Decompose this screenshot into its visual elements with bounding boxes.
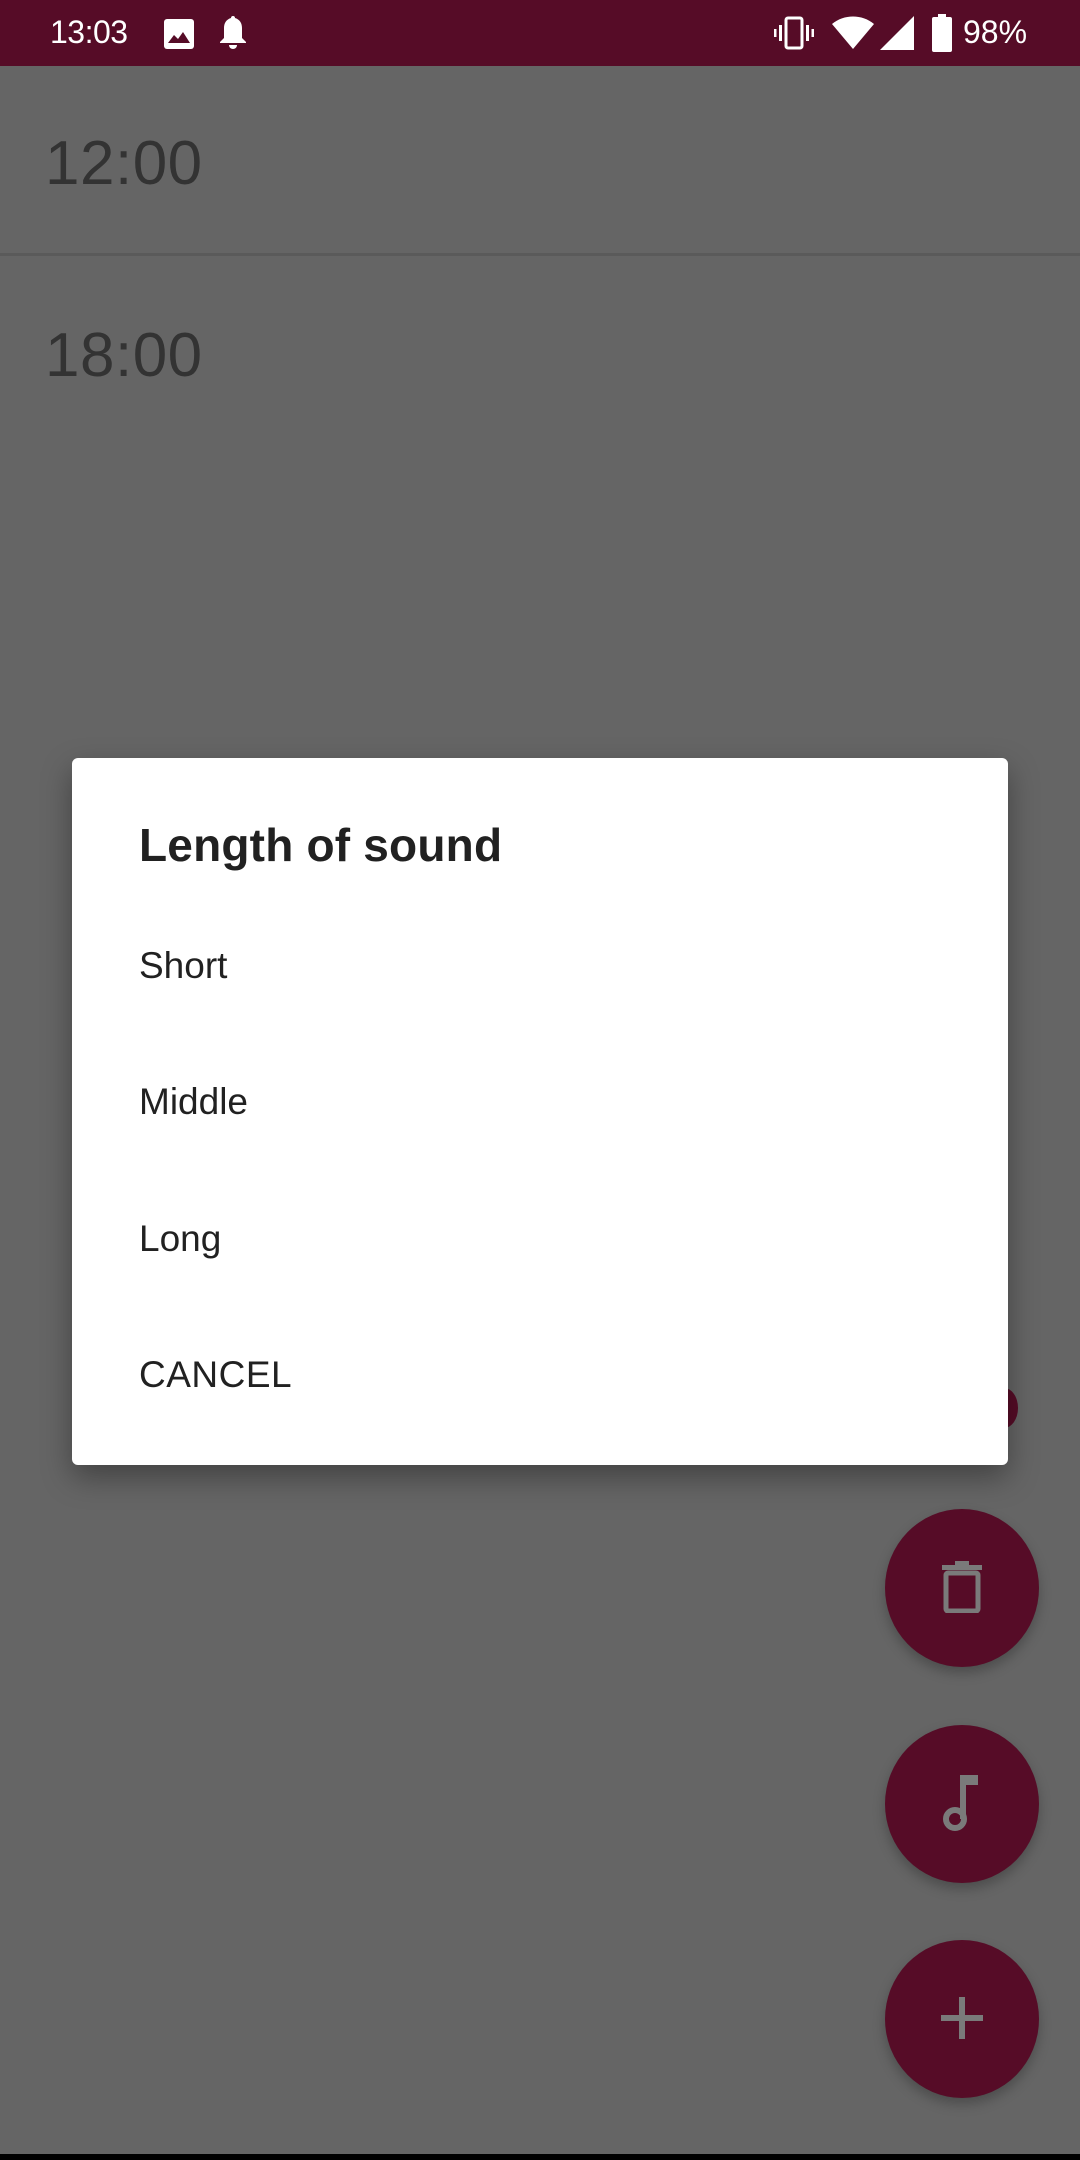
alarm-time: 18:00 bbox=[45, 321, 203, 390]
status-bar: 13:03 98% bbox=[0, 0, 1080, 66]
cell-signal-icon bbox=[880, 16, 914, 55]
delete-fab-button[interactable] bbox=[885, 1509, 1039, 1667]
notification-bell-icon bbox=[218, 14, 248, 57]
add-fab-button[interactable] bbox=[885, 1940, 1039, 2098]
battery-icon bbox=[932, 14, 952, 57]
sound-fab-button[interactable] bbox=[885, 1725, 1039, 1883]
wifi-icon bbox=[832, 16, 874, 55]
image-icon bbox=[163, 18, 195, 55]
plus-icon bbox=[941, 1996, 983, 2042]
trash-icon bbox=[942, 1560, 982, 1616]
alarm-time: 12:00 bbox=[45, 129, 203, 198]
length-of-sound-dialog: Length of sound Short Middle Long CANCEL bbox=[72, 758, 1008, 1465]
battery-percent: 98% bbox=[963, 14, 1028, 50]
alarm-list-item[interactable]: 18:00 bbox=[0, 256, 1080, 444]
app-screen: 13:03 98% 12:00 18:00 Length of sound Sh… bbox=[0, 0, 1080, 2154]
option-long[interactable]: Long bbox=[72, 1171, 1008, 1307]
option-short[interactable]: Short bbox=[72, 898, 1008, 1034]
music-note-icon bbox=[943, 1774, 981, 1834]
alarm-list-item[interactable]: 12:00 bbox=[0, 66, 1080, 254]
dialog-title: Length of sound bbox=[139, 819, 503, 871]
vibrate-icon bbox=[774, 16, 814, 55]
cancel-button[interactable]: CANCEL bbox=[72, 1307, 1008, 1443]
option-middle[interactable]: Middle bbox=[72, 1034, 1008, 1170]
status-time: 13:03 bbox=[50, 14, 128, 50]
